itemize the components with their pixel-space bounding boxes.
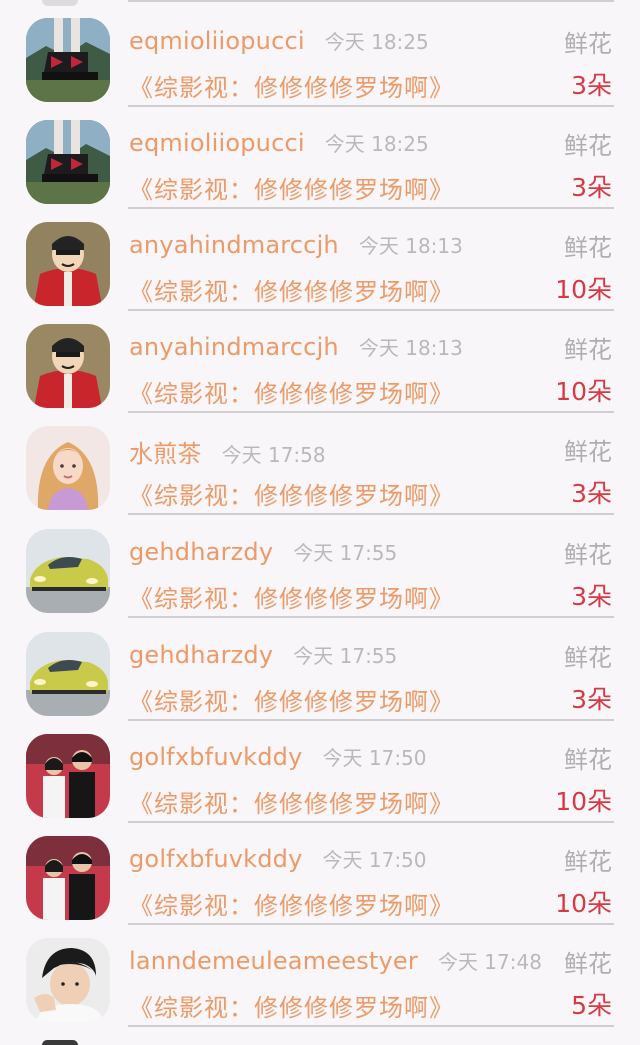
username[interactable]: 水煎茶 [129, 434, 202, 469]
gift-type-label: 鲜花 [564, 950, 612, 978]
gift-count: 5朵 [571, 991, 612, 1020]
timestamp: 今天 18:25 [324, 30, 429, 54]
timestamp: 今天 17:50 [322, 848, 427, 872]
username[interactable]: golfxbfuvkddy [129, 845, 303, 873]
gift-count: 10朵 [555, 275, 612, 304]
username[interactable]: eqmioliiopucci [129, 129, 305, 157]
name-line: anyahindmarccjh 今天 18:13 [129, 230, 463, 266]
list-item[interactable]: lanndemeuleameestyer 今天 17:48 鲜花 《综影视：修修… [0, 920, 640, 1027]
book-title[interactable]: 《综影视：修修修修罗场啊》 [129, 988, 454, 1023]
book-title[interactable]: 《综影视：修修修修罗场啊》 [129, 579, 454, 614]
list-item[interactable]: 水煎茶 今天 17:58 鲜花 《综影视：修修修修罗场啊》 3朵 [0, 408, 640, 515]
timestamp: 今天 18:13 [358, 336, 463, 360]
gift-count: 10朵 [555, 889, 612, 918]
gift-type-label: 鲜花 [564, 541, 612, 569]
timestamp: 今天 17:58 [221, 443, 326, 467]
avatar-stub-bottom [42, 1040, 78, 1045]
timestamp: 今天 18:13 [358, 234, 463, 258]
avatar[interactable] [26, 836, 110, 920]
gift-count: 10朵 [555, 787, 612, 816]
gift-count: 3朵 [571, 479, 612, 508]
name-line: 水煎茶 今天 17:58 [129, 434, 326, 470]
book-title[interactable]: 《综影视：修修修修罗场啊》 [129, 272, 454, 307]
gift-type-label: 鲜花 [564, 30, 612, 58]
gift-count: 3朵 [571, 685, 612, 714]
gift-type-label: 鲜花 [564, 848, 612, 876]
book-title[interactable]: 《综影视：修修修修罗场啊》 [129, 68, 454, 103]
name-line: gehdharzdy 今天 17:55 [129, 640, 397, 676]
avatar[interactable] [26, 222, 110, 306]
avatar[interactable] [26, 324, 110, 408]
list-item[interactable]: golfxbfuvkddy 今天 17:50 鲜花 《综影视：修修修修罗场啊》 … [0, 818, 640, 925]
avatar[interactable] [26, 938, 110, 1022]
timestamp: 今天 17:55 [293, 541, 398, 565]
avatar[interactable] [26, 120, 110, 204]
timestamp: 今天 17:48 [437, 950, 542, 974]
name-line: eqmioliiopucci 今天 18:25 [129, 128, 429, 164]
gift-type-label: 鲜花 [564, 746, 612, 774]
username[interactable]: eqmioliiopucci [129, 27, 305, 55]
gift-count: 3朵 [571, 71, 612, 100]
avatar[interactable] [26, 18, 110, 102]
list-item[interactable]: anyahindmarccjh 今天 18:13 鲜花 《综影视：修修修修罗场啊… [0, 306, 640, 413]
gift-count: 3朵 [571, 173, 612, 202]
row-divider [128, 1025, 614, 1027]
avatar[interactable] [26, 426, 110, 510]
avatar[interactable] [26, 734, 110, 818]
name-line: golfxbfuvkddy 今天 17:50 [129, 844, 427, 880]
timestamp: 今天 18:25 [324, 132, 429, 156]
name-line: anyahindmarccjh 今天 18:13 [129, 332, 463, 368]
book-title[interactable]: 《综影视：修修修修罗场啊》 [129, 476, 454, 511]
gift-type-label: 鲜花 [564, 132, 612, 160]
book-title[interactable]: 《综影视：修修修修罗场啊》 [129, 170, 454, 205]
gift-type-label: 鲜花 [564, 234, 612, 262]
gift-count: 3朵 [571, 582, 612, 611]
list-item[interactable]: gehdharzdy 今天 17:55 鲜花 《综影视：修修修修罗场啊》 3朵 [0, 511, 640, 618]
gift-type-label: 鲜花 [564, 336, 612, 364]
list-item[interactable]: gehdharzdy 今天 17:55 鲜花 《综影视：修修修修罗场啊》 3朵 [0, 614, 640, 721]
gift-type-label: 鲜花 [564, 438, 612, 466]
username[interactable]: lanndemeuleameestyer [129, 947, 418, 975]
book-title[interactable]: 《综影视：修修修修罗场啊》 [129, 374, 454, 409]
username[interactable]: gehdharzdy [129, 641, 273, 669]
name-line: gehdharzdy 今天 17:55 [129, 537, 397, 573]
username[interactable]: gehdharzdy [129, 538, 273, 566]
gift-count: 10朵 [555, 377, 612, 406]
list-item[interactable]: anyahindmarccjh 今天 18:13 鲜花 《综影视：修修修修罗场啊… [0, 204, 640, 311]
avatar[interactable] [26, 632, 110, 716]
book-title[interactable]: 《综影视：修修修修罗场啊》 [129, 886, 454, 921]
username[interactable]: golfxbfuvkddy [129, 743, 303, 771]
username[interactable]: anyahindmarccjh [129, 333, 339, 361]
list-item[interactable]: eqmioliiopucci 今天 18:25 鲜花 《综影视：修修修修罗场啊》… [0, 102, 640, 209]
gift-type-label: 鲜花 [564, 644, 612, 672]
avatar[interactable] [26, 529, 110, 613]
book-title[interactable]: 《综影视：修修修修罗场啊》 [129, 682, 454, 717]
list-item[interactable]: golfxbfuvkddy 今天 17:50 鲜花 《综影视：修修修修罗场啊》 … [0, 716, 640, 823]
name-line: eqmioliiopucci 今天 18:25 [129, 26, 429, 62]
timestamp: 今天 17:55 [293, 644, 398, 668]
username[interactable]: anyahindmarccjh [129, 231, 339, 259]
book-title[interactable]: 《综影视：修修修修罗场啊》 [129, 784, 454, 819]
timestamp: 今天 17:50 [322, 746, 427, 770]
name-line: lanndemeuleameestyer 今天 17:48 [129, 946, 542, 982]
name-line: golfxbfuvkddy 今天 17:50 [129, 742, 427, 778]
list-item[interactable]: eqmioliiopucci 今天 18:25 鲜花 《综影视：修修修修罗场啊》… [0, 0, 640, 107]
